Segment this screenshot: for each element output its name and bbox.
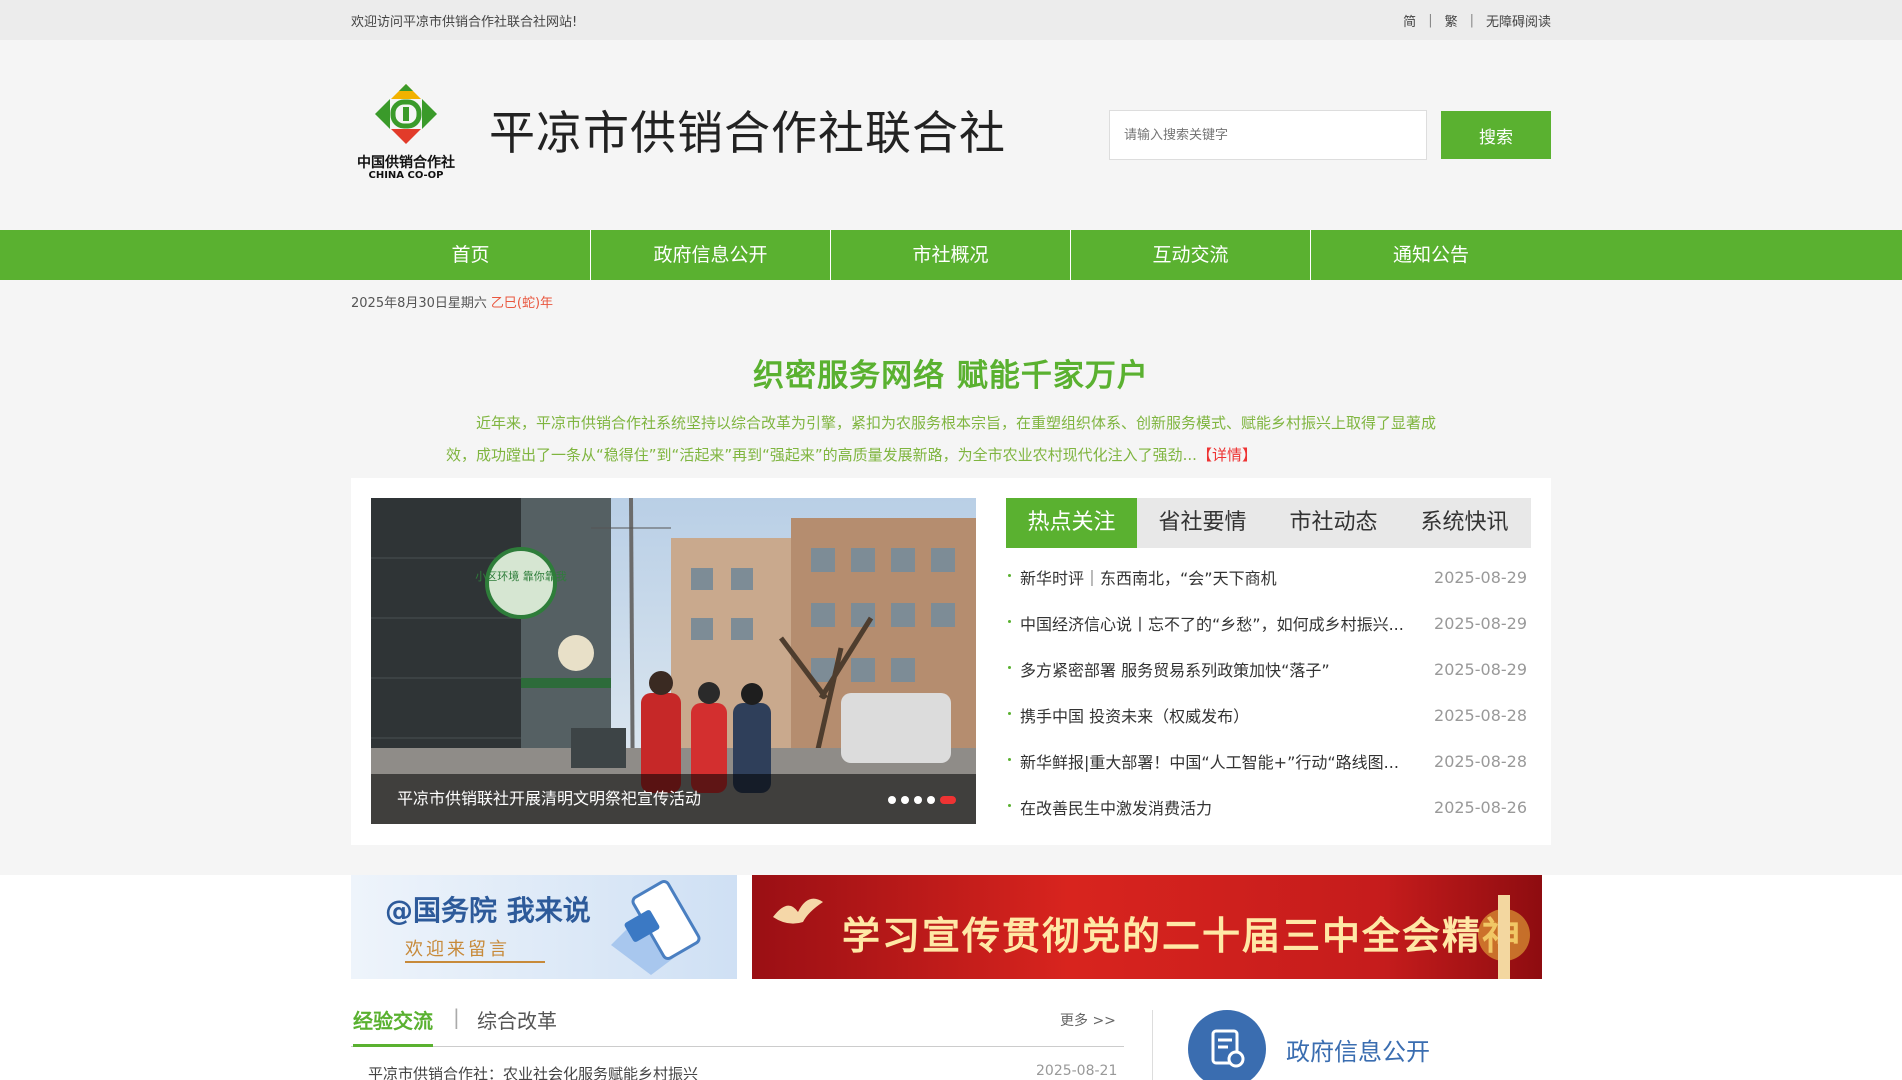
news-date: 2025-08-29 (1434, 567, 1527, 587)
separator: | (1428, 12, 1433, 28)
date-row: 2025年8月30日星期六 乙巳(蛇)年 (0, 280, 1902, 320)
tab-city-news[interactable]: 市社动态 (1268, 498, 1399, 548)
list-item[interactable]: 携手中国 投资未来（权威发布） 2025-08-28 (1006, 692, 1531, 738)
tab-hot-topics[interactable]: 热点关注 (1006, 498, 1137, 548)
coop-logo-icon (375, 84, 437, 144)
list-item[interactable]: 新华时评｜东西南北，“会”天下商机 2025-08-29 (1006, 554, 1531, 600)
news-title[interactable]: 新华鲜报|重大部署！中国“人工智能+”行动“路线图... (1006, 749, 1416, 773)
nav-item-interaction[interactable]: 互动交流 (1071, 230, 1311, 280)
nav-item-home[interactable]: 首页 (351, 230, 591, 280)
headline-summary: 近年来，平凉市供销合作社系统坚持以综合改革为引擎，紧扣为农服务根本宗旨，在重塑组… (446, 407, 1456, 471)
slider-dot[interactable] (927, 796, 935, 804)
news-date: 2025-08-28 (1434, 751, 1527, 771)
nav-item-notices[interactable]: 通知公告 (1311, 230, 1551, 280)
slider-dot-active[interactable] (940, 796, 956, 804)
traditional-link[interactable]: 繁 (1445, 11, 1458, 30)
slider-dot[interactable] (914, 796, 922, 804)
dove-icon (773, 898, 823, 924)
section-tabs: 经验交流 | 综合改革 (351, 1005, 1124, 1047)
news-tabs-area: 热点关注 省社要情 市社动态 系统快讯 新华时评｜东西南北，“会”天下商机 202… (1006, 498, 1531, 830)
tab-experience[interactable]: 经验交流 (353, 1005, 433, 1047)
site-header: 中国供销合作社 CHINA CO-OP 平凉市供销合作社联合社 搜索 (0, 40, 1902, 230)
news-tabs: 热点关注 省社要情 市社动态 系统快讯 (1006, 498, 1531, 548)
sign-text: 小区环境 靠你靠我 (475, 569, 567, 583)
banner-left-main: @国务院 我来说 (385, 894, 591, 927)
accessible-reading-link[interactable]: 无障碍阅读 (1486, 11, 1551, 30)
section-more-link[interactable]: 更多 >> (1060, 1010, 1116, 1030)
nav-item-gov-info[interactable]: 政府信息公开 (591, 230, 831, 280)
tab-system-news[interactable]: 系统快讯 (1399, 498, 1530, 548)
slider-dot[interactable] (901, 796, 909, 804)
site-logo[interactable]: 中国供销合作社 CHINA CO-OP (351, 80, 461, 181)
search-button[interactable]: 搜索 (1441, 111, 1551, 159)
slider-caption[interactable]: 平凉市供销联社开展清明文明祭祀宣传活动 (371, 774, 976, 824)
headline-title[interactable]: 织密服务网络 赋能千家万户 (0, 350, 1902, 395)
slider-dots (888, 796, 956, 804)
current-date: 2025年8月30日星期六 (351, 296, 487, 311)
section-first-item[interactable]: 平凉市供销合作社：农业社会化服务赋能乡村振兴 (368, 1063, 698, 1080)
news-date: 2025-08-28 (1434, 705, 1527, 725)
tab-provincial-news[interactable]: 省社要情 (1137, 498, 1268, 548)
news-title[interactable]: 多方紧密部署 服务贸易系列政策加快“落子” (1006, 657, 1416, 681)
banner-left-sub: 欢迎来留言 (405, 939, 510, 960)
headline-section: 织密服务网络 赋能千家万户 近年来，平凉市供销合作社系统坚持以综合改革为引擎，紧… (0, 350, 1902, 471)
phone-message-icon (611, 880, 701, 975)
headline-more-link[interactable]: 【详情】 (1197, 446, 1257, 464)
list-item[interactable]: 新华鲜报|重大部署！中国“人工智能+”行动“路线图... 2025-08-28 (1006, 738, 1531, 784)
section-first-date: 2025-08-21 (1036, 1063, 1118, 1079)
state-council-banner[interactable]: @国务院 我来说 欢迎来留言 (351, 875, 737, 979)
top-bar: 欢迎访问平凉市供销合作社联合社网站! 简 | 繁 | 无障碍阅读 (0, 0, 1902, 40)
image-slider[interactable]: 小区环境 靠你靠我 平凉市供销联社开展清明文明祭祀宣传活动 (371, 498, 976, 824)
huabiao-icon (1478, 895, 1530, 979)
logo-text-en: CHINA CO-OP (368, 170, 444, 181)
simplified-link[interactable]: 简 (1403, 11, 1416, 30)
list-item[interactable]: 在改善民生中激发消费活力 2025-08-26 (1006, 784, 1531, 830)
plenum-study-banner[interactable]: 学习宣传贯彻党的二十届三中全会精神 (752, 875, 1542, 979)
lunar-year: 乙巳(蛇)年 (490, 296, 554, 311)
news-list: 新华时评｜东西南北，“会”天下商机 2025-08-29 中国经济信心说丨忘不了的… (1006, 554, 1531, 830)
nav-item-overview[interactable]: 市社概况 (831, 230, 1071, 280)
slider-dot[interactable] (888, 796, 896, 804)
news-date: 2025-08-29 (1434, 659, 1527, 679)
search-input[interactable] (1109, 110, 1427, 160)
news-title[interactable]: 携手中国 投资未来（权威发布） (1006, 703, 1416, 727)
banner-divider (405, 961, 545, 963)
gov-info-badge[interactable] (1188, 1010, 1266, 1080)
logo-text-cn: 中国供销合作社 (357, 155, 455, 171)
news-date: 2025-08-29 (1434, 613, 1527, 633)
list-item[interactable]: 中国经济信心说丨忘不了的“乡愁”，如何成乡村振兴... 2025-08-29 (1006, 600, 1531, 646)
lower-section: @国务院 我来说 欢迎来留言 学习宣传贯彻党的二十届三中全会精神 经验交流 | … (0, 875, 1902, 1080)
news-panel: 小区环境 靠你靠我 平凉市供销联社开展清明文明祭祀宣传活动 热点关注 省社要情 … (351, 478, 1551, 845)
document-icon (1211, 1029, 1245, 1068)
welcome-text: 欢迎访问平凉市供销合作社联合社网站! (351, 14, 578, 30)
separator: | (453, 1005, 460, 1029)
banner-right-main: 学习宣传贯彻党的二十届三中全会精神 (842, 914, 1523, 958)
headline-summary-text: 近年来，平凉市供销合作社系统坚持以综合改革为引擎，紧扣为农服务根本宗旨，在重塑组… (446, 414, 1437, 464)
news-date: 2025-08-26 (1434, 797, 1527, 817)
site-title: 平凉市供销合作社联合社 (489, 106, 1006, 160)
main-nav: 首页 政府信息公开 市社概况 互动交流 通知公告 (0, 230, 1902, 280)
news-title[interactable]: 新华时评｜东西南北，“会”天下商机 (1006, 565, 1416, 589)
news-title[interactable]: 在改善民生中激发消费活力 (1006, 795, 1416, 819)
divider (1152, 1010, 1153, 1080)
list-item[interactable]: 多方紧密部署 服务贸易系列政策加快“落子” 2025-08-29 (1006, 646, 1531, 692)
tab-reform[interactable]: 综合改革 (477, 1005, 557, 1034)
news-title[interactable]: 中国经济信心说丨忘不了的“乡愁”，如何成乡村振兴... (1006, 611, 1416, 635)
top-links: 简 | 繁 | 无障碍阅读 (1403, 11, 1551, 30)
gov-info-title[interactable]: 政府信息公开 (1286, 1032, 1430, 1067)
separator: | (1469, 12, 1474, 28)
